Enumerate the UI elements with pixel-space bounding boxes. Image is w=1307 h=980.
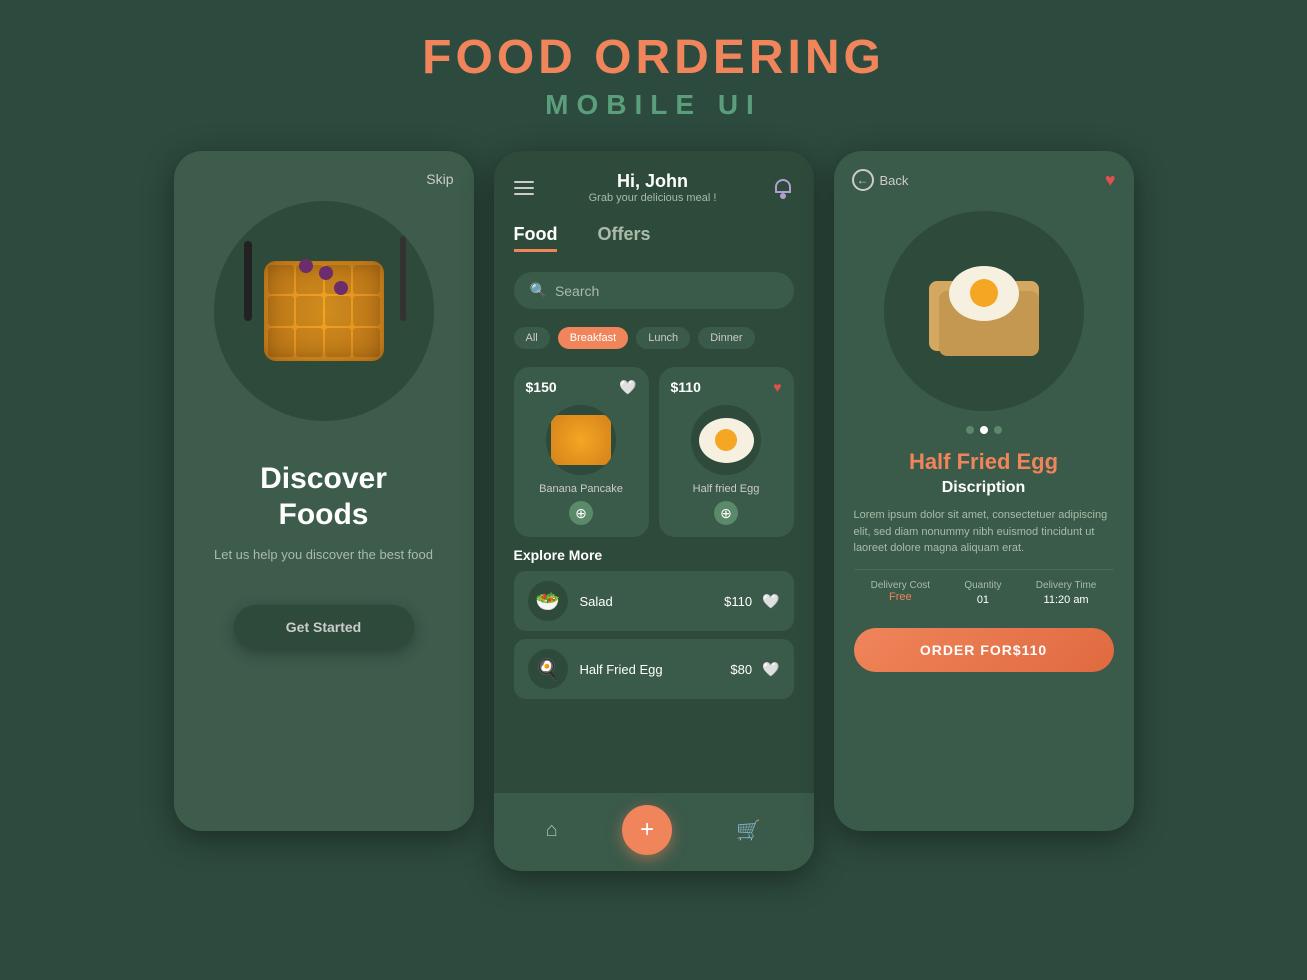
nav-home-icon[interactable]: ⌂ [546,819,558,842]
list-item-fried-egg[interactable]: 🍳 Half Fried Egg $80 🤍 [514,639,794,699]
search-placeholder: Search [555,283,599,299]
egg-price: $110 [671,379,701,395]
featured-card-egg[interactable]: $110 ♥ Half fried Egg ⊕ [659,367,794,537]
menu-icon[interactable] [514,181,534,195]
featured-card-pancake[interactable]: $150 🤍 Banana Pancake ⊕ [514,367,649,537]
featured-cards: $150 🤍 Banana Pancake ⊕ $110 ♥ Half frie… [494,357,814,547]
delivery-cost-label: Delivery Cost [871,580,930,591]
egg-add-button[interactable]: ⊕ [714,501,738,525]
fried-egg-price: $80 [730,662,752,677]
dot-1 [966,426,974,434]
pancake-image [546,405,616,475]
page-subtitle: MOBILE UI [422,89,885,121]
category-lunch[interactable]: Lunch [636,327,690,349]
fried-egg-name: Half Fried Egg [580,662,731,677]
fried-egg-heart-icon[interactable]: 🤍 [762,661,779,678]
food-subtitle: Discription [834,479,1134,497]
category-breakfast[interactable]: Breakfast [558,327,628,349]
skip-button[interactable]: Skip [426,171,453,187]
salad-thumbnail: 🥗 [528,581,568,621]
knife-icon [400,236,406,321]
screen-detail: ← Back ♥ Half Fried Egg Discription Lore… [834,151,1134,831]
order-button[interactable]: ORDER FOR$110 [854,628,1114,672]
pancake-add-button[interactable]: ⊕ [569,501,593,525]
screen-discover: Skip Discover Foods Let us help you di [174,151,474,831]
egg-image [691,405,761,475]
detail-header: ← Back ♥ [834,151,1134,201]
quantity-item: Quantity 01 [964,580,1001,606]
dot-3 [994,426,1002,434]
tab-food[interactable]: Food [514,224,558,252]
discover-title: Discover Foods [174,461,474,533]
greeting: Hi, John Grab your delicious meal ! [589,171,717,204]
screens-container: Skip Discover Foods Let us help you di [174,151,1134,871]
category-all[interactable]: All [514,327,550,349]
nav-add-button[interactable]: + [622,805,672,855]
list-item-salad[interactable]: 🥗 Salad $110 🤍 [514,571,794,631]
bottom-nav: ⌂ + 🛒 [494,793,814,871]
notification-bell-icon[interactable] [772,177,794,199]
back-label: Back [880,173,909,188]
order-details: Delivery Cost Free Quantity 01 Delivery … [854,569,1114,616]
greeting-name: Hi, John [589,171,717,192]
search-bar[interactable]: 🔍 Search [514,272,794,309]
salad-name: Salad [580,594,725,609]
tab-offers[interactable]: Offers [597,224,650,252]
delivery-time-item: Delivery Time 11:20 am [1036,580,1097,606]
salad-price: $110 [724,594,752,609]
food-description: Lorem ipsum dolor sit amet, consectetuer… [854,507,1114,557]
favorite-heart-icon[interactable]: ♥ [1105,170,1116,191]
discover-subtitle: Let us help you discover the best food [174,545,474,565]
delivery-cost-value: Free [871,591,930,603]
page-header: FOOD ORDERING MOBILE UI [422,30,885,121]
category-chips: All Breakfast Lunch Dinner [494,319,814,357]
waffle-image [244,241,404,381]
category-dinner[interactable]: Dinner [698,327,754,349]
page-title: FOOD ORDERING [422,30,885,85]
egg-name: Half fried Egg [671,483,782,495]
dot-2-active [980,426,988,434]
tabs: Food Offers [494,214,814,262]
fried-egg-thumbnail: 🍳 [528,649,568,689]
pancake-heart-icon[interactable]: 🤍 [619,379,636,396]
salad-heart-icon[interactable]: 🤍 [762,593,779,610]
food-title: Half Fried Egg [834,449,1134,475]
back-button[interactable]: ← Back [852,169,909,191]
get-started-button[interactable]: Get Started [234,605,414,649]
explore-label: Explore More [494,547,814,571]
pancake-name: Banana Pancake [526,483,637,495]
quantity-value: 01 [964,594,1001,606]
pancake-price: $150 [526,379,557,395]
delivery-time-label: Delivery Time [1036,580,1097,591]
egg-heart-icon[interactable]: ♥ [773,379,781,395]
screen-home: Hi, John Grab your delicious meal ! Food… [494,151,814,871]
image-dots-indicator [834,426,1134,434]
search-icon: 🔍 [530,282,547,299]
detail-food-plate [884,211,1084,411]
back-arrow-icon: ← [852,169,874,191]
nav-cart-icon[interactable]: 🛒 [736,818,761,843]
delivery-time-value: 11:20 am [1036,594,1097,606]
quantity-label: Quantity [964,580,1001,591]
food-plate [214,201,434,421]
egg-toast-image [914,251,1054,371]
greeting-subtitle: Grab your delicious meal ! [589,192,717,204]
home-header: Hi, John Grab your delicious meal ! [494,151,814,214]
delivery-cost-item: Delivery Cost Free [871,580,930,606]
